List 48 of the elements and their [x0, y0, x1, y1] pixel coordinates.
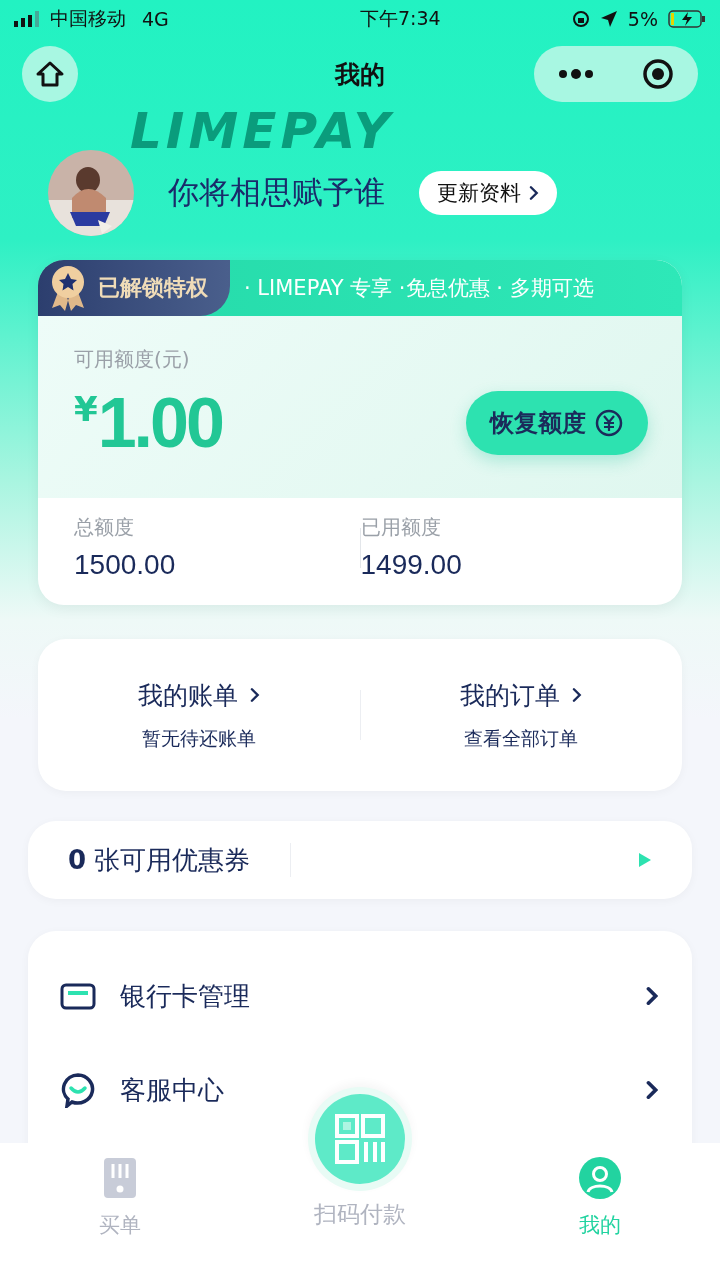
rotation-lock-icon	[571, 10, 590, 28]
signal-icon	[14, 11, 40, 27]
coupon-bar[interactable]: 0 张可用优惠券	[28, 821, 692, 899]
available-amount: ¥1.00	[74, 383, 222, 463]
restore-credit-button[interactable]: 恢复额度	[466, 391, 648, 455]
more-icon	[558, 69, 594, 79]
yuan-coin-icon	[594, 408, 624, 438]
badge-text: 已解锁特权	[98, 274, 208, 302]
battery-percent: 5%	[627, 8, 658, 30]
coupon-text: 0 张可用优惠券	[68, 843, 251, 877]
chevron-icon	[572, 687, 583, 703]
chevron-icon	[529, 185, 539, 201]
shortcut-subtitle: 暂无待还账单	[141, 725, 256, 751]
stat-value: 1500.00	[74, 549, 177, 581]
stat-label: 总额度	[74, 514, 135, 541]
chat-bubble-icon	[60, 1072, 96, 1108]
update-profile-button[interactable]: 更新资料	[419, 171, 557, 215]
status-time: 下午7:34	[359, 6, 441, 31]
perks-text: · LIMEPAY 专享 ·免息优惠 · 多期可选	[244, 275, 594, 302]
shortcut-subtitle: 查看全部订单	[464, 725, 579, 751]
chevron-icon	[249, 687, 260, 703]
shortcut-title: 我的账单	[137, 679, 238, 712]
available-label: 可用额度(元)	[74, 347, 190, 371]
play-icon	[638, 852, 652, 868]
menu-label: 银行卡管理	[120, 979, 251, 1013]
stat-label: 已用额度	[360, 514, 442, 541]
menu-label: 客服中心	[120, 1073, 225, 1107]
chevron-icon	[646, 986, 658, 1006]
shortcut-title: 我的订单	[460, 679, 561, 712]
network-type: 4G	[142, 8, 169, 30]
stat-value: 1499.00	[360, 549, 463, 581]
user-icon	[579, 1157, 621, 1199]
qr-code-icon	[335, 1114, 385, 1164]
phone-icon	[103, 1157, 137, 1199]
menu-item[interactable]: 银行卡管理	[28, 949, 692, 1043]
shortcut-link[interactable]: 我的账单 暂无待还账单	[38, 677, 360, 753]
chevron-icon	[646, 1080, 658, 1100]
home-icon	[35, 60, 65, 88]
shortcut-link[interactable]: 我的订单 查看全部订单	[360, 677, 682, 753]
location-arrow-icon	[599, 10, 618, 28]
target-icon	[642, 58, 674, 90]
brand-backdrop-text: LIMEPAY	[130, 106, 394, 156]
page-title: 我的	[335, 58, 385, 91]
battery-charging-icon	[668, 10, 706, 28]
carrier-name: 中国移动	[50, 6, 126, 31]
home-button[interactable]	[22, 46, 78, 102]
card-icon	[60, 981, 96, 1011]
user-name: 你将相思赋予谁	[168, 173, 385, 212]
